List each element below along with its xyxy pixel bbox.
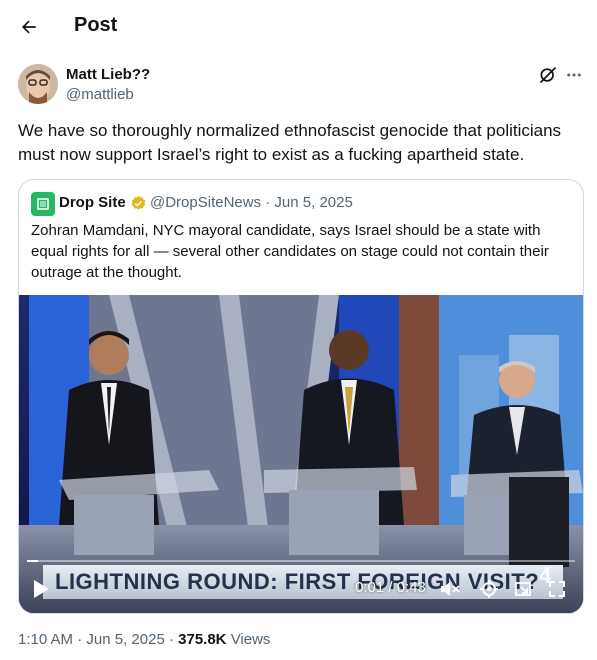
verified-badge-icon [131, 196, 146, 210]
quoted-post[interactable]: Drop Site @DropSiteNews · Jun 5, 2025 Zo… [18, 179, 584, 614]
quoted-handle-date: @DropSiteNews · Jun 5, 2025 [150, 194, 353, 211]
quoted-text: Zohran Mamdani, NYC mayoral candidate, s… [31, 222, 549, 281]
fullscreen-icon[interactable] [547, 579, 567, 599]
picture-in-picture-icon[interactable] [513, 579, 533, 599]
grok-icon [539, 66, 557, 84]
page-title: Post [74, 14, 118, 36]
volume-muted-icon[interactable] [439, 579, 461, 599]
video-player[interactable]: LIGHTNING ROUND: FIRST FOREIGN VISIT? 4 … [19, 295, 583, 613]
quoted-author-name: Drop Site [59, 194, 126, 211]
post-time[interactable]: 1:10 AM [18, 631, 73, 648]
video-progress-bar[interactable] [27, 560, 575, 562]
more-horizontal-icon [567, 73, 581, 77]
play-icon[interactable] [31, 578, 51, 600]
video-progress-fill [27, 560, 38, 562]
video-time: 0:01 / 0:43 [355, 579, 426, 596]
meta-separator: · [73, 631, 87, 648]
author-name[interactable]: Matt Lieb?? [66, 66, 150, 83]
more-button[interactable] [563, 64, 585, 86]
post-text: We have so thoroughly normalized ethnofa… [18, 121, 562, 164]
meta-separator: · [164, 631, 179, 648]
author-handle[interactable]: @mattlieb [66, 86, 134, 103]
back-button[interactable] [14, 12, 44, 42]
arrow-left-icon [22, 20, 36, 34]
grok-button[interactable] [537, 64, 559, 86]
avatar[interactable] [18, 64, 58, 104]
top-bar: Post [0, 0, 597, 52]
quoted-avatar [31, 192, 55, 216]
dropsite-logo-icon [37, 198, 49, 210]
avatar-image [18, 64, 58, 104]
lower-third-text: LIGHTNING ROUND: FIRST FOREIGN VISIT? [55, 569, 540, 594]
views-label: Views [230, 631, 271, 648]
post-meta: 1:10 AM · Jun 5, 2025 · 375.8K Views [18, 631, 270, 648]
post-date[interactable]: Jun 5, 2025 [86, 631, 164, 648]
views-count: 375.8K [178, 631, 227, 648]
gear-icon[interactable] [479, 579, 499, 599]
